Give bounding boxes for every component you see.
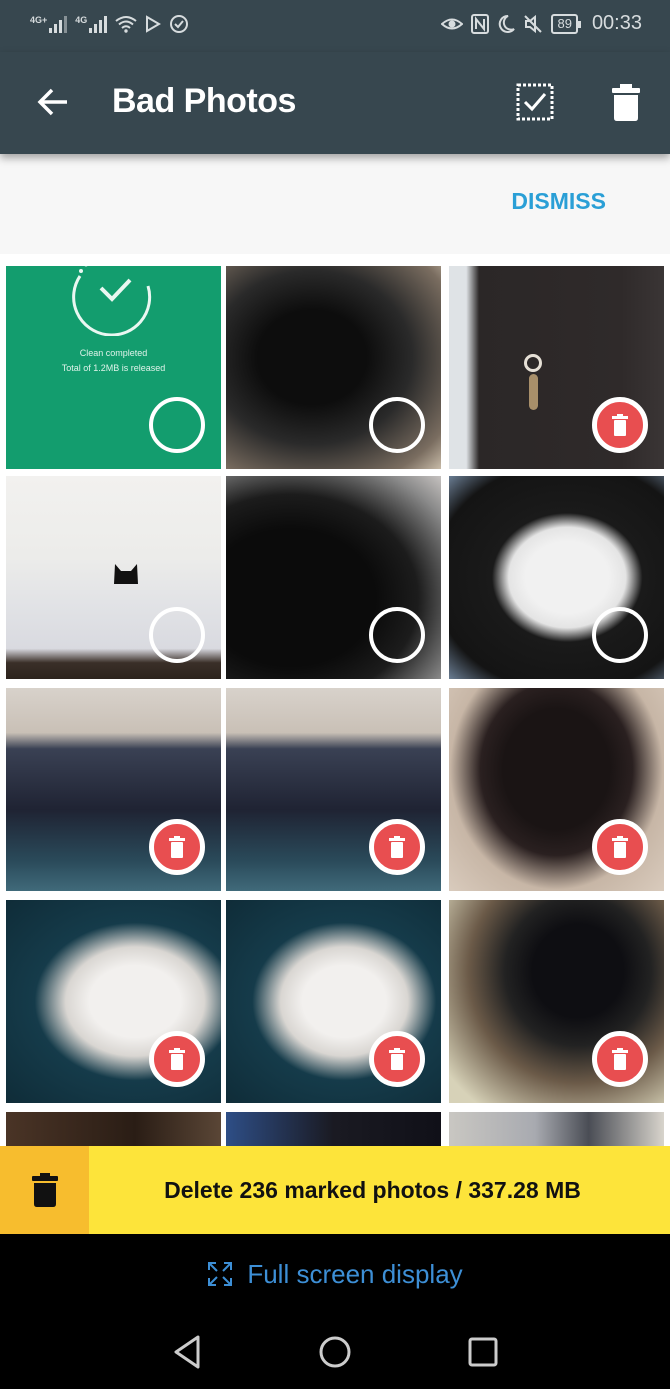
photo-grid: Clean completed Total of 1.2MB is releas… xyxy=(0,254,670,1146)
battery-icon: 89 xyxy=(551,13,582,34)
marked-delete-badge[interactable] xyxy=(592,1031,648,1087)
check-circle-icon xyxy=(72,266,152,336)
cat-silhouette xyxy=(114,564,138,584)
moon-icon xyxy=(499,14,516,33)
clean-status-text: Clean completed xyxy=(79,348,148,358)
trash-icon xyxy=(612,84,640,121)
trash-icon xyxy=(612,1048,628,1070)
delete-button[interactable] xyxy=(608,82,644,122)
eye-icon xyxy=(441,18,464,29)
cat-tag xyxy=(524,354,542,372)
select-circle[interactable] xyxy=(369,607,425,663)
photo-tile[interactable] xyxy=(226,688,441,891)
check-circle-icon xyxy=(170,15,189,33)
trash-icon xyxy=(169,836,185,858)
circle-home-icon xyxy=(319,1336,351,1367)
select-circle[interactable] xyxy=(369,397,425,453)
nfc-icon xyxy=(471,13,490,34)
select-all-icon xyxy=(516,83,554,121)
arrow-left-icon xyxy=(37,88,67,116)
select-circle[interactable] xyxy=(149,607,205,663)
marked-delete-badge[interactable] xyxy=(592,819,648,875)
app-bar: Bad Photos xyxy=(0,52,670,154)
photo-tile[interactable] xyxy=(226,1112,441,1146)
photo-tile[interactable] xyxy=(449,266,664,469)
delete-icon-box xyxy=(0,1146,89,1234)
photo-tile[interactable] xyxy=(449,476,664,679)
trash-icon xyxy=(389,1048,405,1070)
trash-icon xyxy=(169,1048,185,1070)
cat-tag-pendant xyxy=(529,374,538,410)
fullscreen-display-button[interactable]: Full screen display xyxy=(0,1234,670,1314)
nav-recents-button[interactable] xyxy=(459,1328,507,1376)
back-button[interactable] xyxy=(34,82,74,122)
signal-4g-plus-icon: 4G+ xyxy=(30,15,68,33)
trash-icon xyxy=(612,836,628,858)
marked-delete-badge[interactable] xyxy=(149,819,205,875)
square-recents-icon xyxy=(468,1337,498,1366)
nav-home-button[interactable] xyxy=(311,1328,359,1376)
delete-label: Delete 236 marked photos / 337.28 MB xyxy=(164,1176,581,1203)
photo-tile[interactable] xyxy=(449,1112,664,1146)
select-circle[interactable] xyxy=(149,397,205,453)
system-nav-bar xyxy=(0,1314,670,1389)
play-store-icon xyxy=(146,15,162,33)
wifi-icon xyxy=(115,16,137,33)
nav-back-button[interactable] xyxy=(163,1328,211,1376)
delete-marked-button[interactable]: Delete 236 marked photos / 337.28 MB xyxy=(0,1146,670,1234)
trash-icon xyxy=(31,1173,58,1207)
mute-icon xyxy=(524,14,543,33)
status-bar: 4G+ 4G 89 00:33 xyxy=(0,0,670,52)
photo-tile[interactable] xyxy=(6,900,221,1103)
photo-tile[interactable] xyxy=(6,476,221,679)
photo-tile[interactable] xyxy=(449,688,664,891)
clean-banner: DISMISS xyxy=(0,154,670,254)
photo-tile[interactable] xyxy=(226,476,441,679)
trash-icon xyxy=(389,836,405,858)
select-all-button[interactable] xyxy=(515,82,555,122)
marked-delete-badge[interactable] xyxy=(369,819,425,875)
marked-delete-badge[interactable] xyxy=(149,1031,205,1087)
marked-delete-badge[interactable] xyxy=(592,397,648,453)
trash-icon xyxy=(612,414,628,436)
dismiss-button[interactable]: DISMISS xyxy=(511,188,606,215)
photo-tile[interactable] xyxy=(226,900,441,1103)
triangle-back-icon xyxy=(174,1335,200,1368)
clean-completed-card[interactable]: Clean completed Total of 1.2MB is releas… xyxy=(6,266,221,469)
signal-4g-icon: 4G xyxy=(75,15,108,33)
clean-size-text: Total of 1.2MB is released xyxy=(61,363,166,373)
photo-tile[interactable] xyxy=(226,266,441,469)
fullscreen-label: Full screen display xyxy=(247,1258,463,1289)
photo-tile[interactable] xyxy=(6,1112,221,1146)
photo-tile[interactable] xyxy=(6,688,221,891)
select-circle[interactable] xyxy=(592,607,648,663)
marked-delete-badge[interactable] xyxy=(369,1031,425,1087)
expand-icon xyxy=(208,1262,233,1286)
photo-tile[interactable] xyxy=(449,900,664,1103)
page-title: Bad Photos xyxy=(112,82,296,120)
clock: 00:33 xyxy=(591,12,642,34)
